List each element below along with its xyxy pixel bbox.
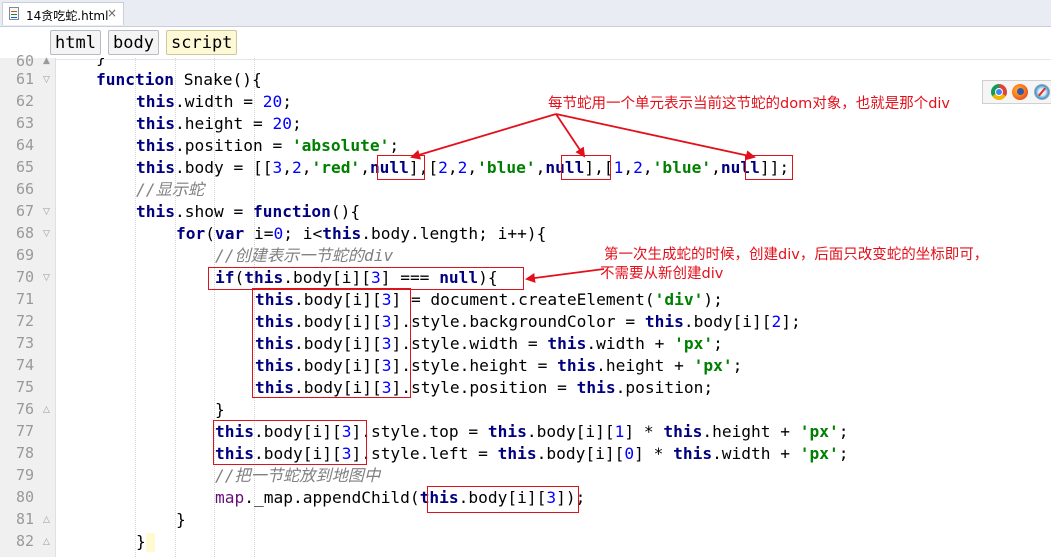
line-number: 74 — [15, 356, 34, 374]
line-number: 78 — [15, 444, 34, 462]
code-line-81: } — [176, 510, 186, 529]
annotation-note: 第一次生成蛇的时候，创建div，后面只改变蛇的坐标即可， — [604, 247, 989, 263]
line-number: 77 — [15, 422, 34, 440]
code-line-82: } — [136, 532, 146, 551]
code-line-66: //显示蛇 — [136, 180, 205, 199]
line-number: 61 — [15, 70, 34, 88]
file-tab[interactable]: 14贪吃蛇.html × — [2, 2, 124, 25]
highlight-box — [208, 267, 524, 290]
fold-marker-icon[interactable]: ▽ — [43, 75, 50, 85]
code-line-65: this.body = [[3,2,'red',null],[2,2,'blue… — [136, 158, 790, 177]
annotation-note: 每节蛇用一个单元表示当前这节蛇的dom对象，也就是那个div — [548, 96, 951, 112]
line-number: 64 — [15, 136, 34, 154]
line-number-gutter: 60 61 62 63 64 65 66 67 68 69 70 71 72 7… — [0, 52, 56, 557]
code-editor[interactable]: } function Snake(){ this.width = 20; thi… — [56, 58, 1051, 557]
code-line-63: this.height = 20; — [136, 114, 302, 133]
line-number: 69 — [15, 246, 34, 264]
editor-tab-bar: 14贪吃蛇.html × — [0, 0, 1051, 27]
code-line-61: function Snake(){ — [96, 70, 262, 89]
highlight-box — [377, 155, 425, 180]
code-line-67: this.show = function(){ — [136, 202, 361, 221]
firefox-icon[interactable] — [1012, 84, 1028, 100]
fold-marker-icon[interactable]: △ — [43, 405, 50, 415]
line-number: 65 — [15, 158, 34, 176]
code-line-68: for(var i=0; i<this.body.length; i++){ — [176, 224, 547, 243]
annotation-note: 不需要从新创建div — [600, 266, 724, 282]
highlight-box — [213, 420, 367, 465]
fold-marker-icon[interactable]: ▽ — [43, 229, 50, 239]
breadcrumb-body[interactable]: body — [108, 30, 159, 55]
code-line-76: } — [215, 400, 225, 419]
html-file-icon — [9, 7, 19, 20]
line-number: 70 — [15, 268, 34, 286]
breadcrumb-html[interactable]: html — [50, 30, 101, 55]
fold-marker-icon[interactable]: △ — [43, 537, 50, 547]
code-line-62: this.width = 20; — [136, 92, 292, 111]
fold-marker-icon[interactable]: ▽ — [43, 207, 50, 217]
code-line-79: //把一节蛇放到地图中 — [215, 466, 381, 485]
line-number: 67 — [15, 202, 34, 220]
line-number: 68 — [15, 224, 34, 242]
line-number: 72 — [15, 312, 34, 330]
line-number: 81 — [15, 510, 34, 528]
safari-icon[interactable] — [1034, 84, 1050, 100]
code-line-64: this.position = 'absolute'; — [136, 136, 400, 155]
fold-marker-icon[interactable]: ▽ — [43, 273, 50, 283]
line-number: 73 — [15, 334, 34, 352]
close-tab-icon[interactable]: × — [107, 6, 117, 20]
breadcrumb: html body script — [0, 27, 1051, 60]
code-line-60: } — [96, 58, 106, 67]
line-number: 80 — [15, 488, 34, 506]
breadcrumb-script[interactable]: script — [166, 30, 238, 55]
line-number: 66 — [15, 180, 34, 198]
code-line-69: //创建表示一节蛇的div — [215, 246, 394, 265]
file-tab-label: 14贪吃蛇.html — [26, 9, 109, 23]
fold-marker-icon[interactable]: ▲ — [43, 56, 50, 66]
line-number: 62 — [15, 92, 34, 110]
line-number: 63 — [15, 114, 34, 132]
line-number: 71 — [15, 290, 34, 308]
highlight-box — [561, 155, 611, 180]
line-number: 75 — [15, 378, 34, 396]
line-number: 82 — [15, 532, 34, 550]
chrome-icon[interactable] — [991, 84, 1007, 100]
line-number: 79 — [15, 466, 34, 484]
line-number: 60 — [15, 52, 34, 70]
highlight-box — [252, 288, 411, 398]
text-cursor — [145, 533, 155, 552]
highlight-box — [427, 486, 579, 513]
line-number: 76 — [15, 400, 34, 418]
browser-preview-bar — [982, 80, 1051, 104]
highlight-box — [745, 155, 793, 180]
fold-marker-icon[interactable]: △ — [43, 515, 50, 525]
